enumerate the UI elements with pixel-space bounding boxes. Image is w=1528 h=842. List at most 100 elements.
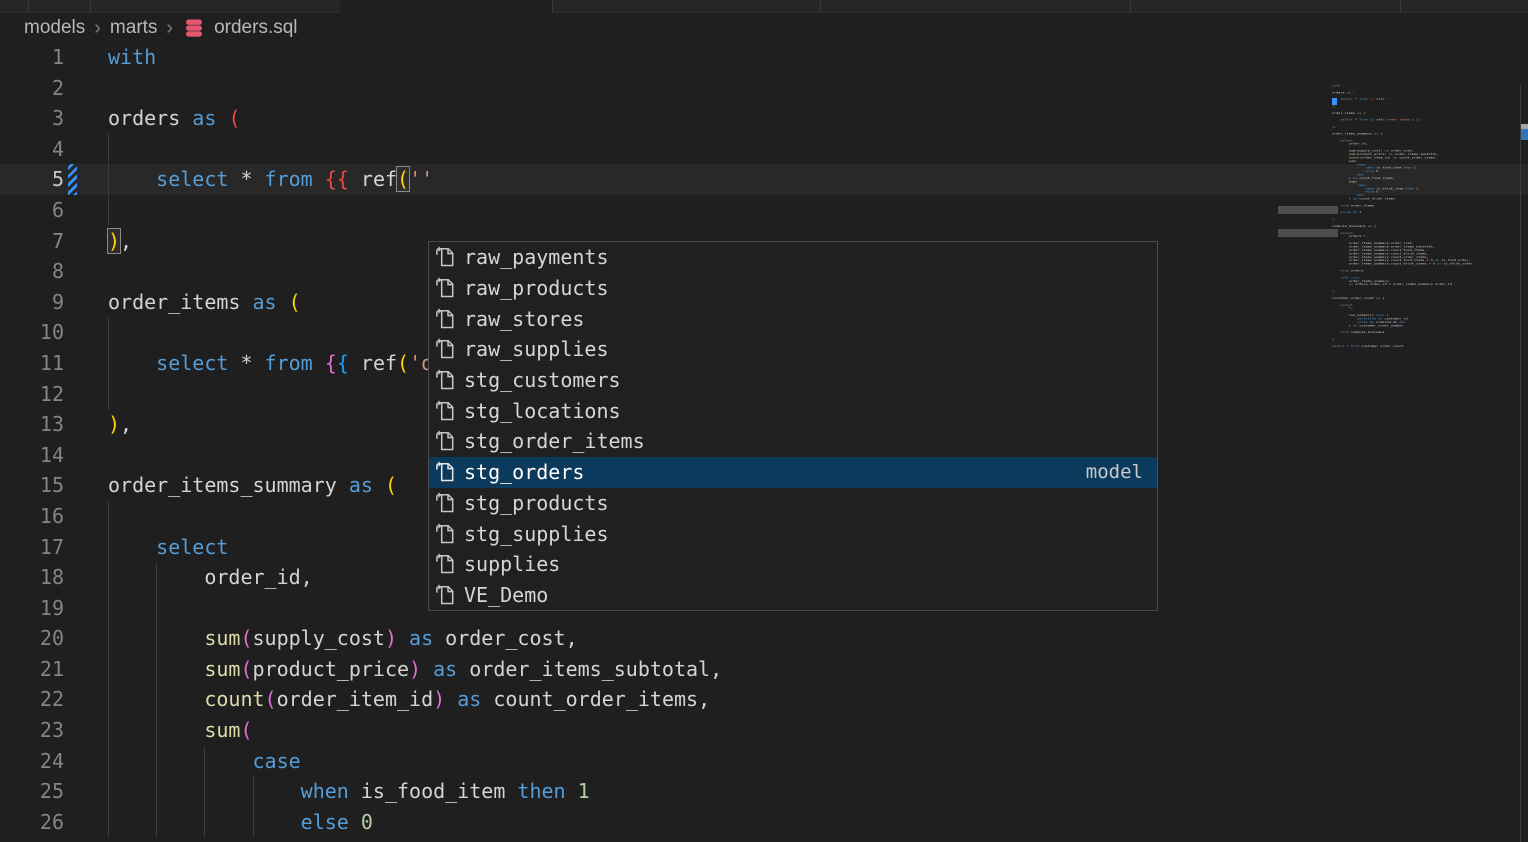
code-text: case [108, 746, 301, 777]
tab-active[interactable] [340, 0, 552, 13]
suggest-item[interactable]: stg_supplies [429, 518, 1157, 549]
code-token [313, 167, 325, 191]
database-icon [182, 16, 206, 40]
breadcrumb-item-marts[interactable]: marts [110, 17, 158, 39]
suggest-item-label: stg_products [464, 491, 609, 515]
code-line[interactable]: 21 sum(product_price) as order_items_sub… [0, 654, 1528, 685]
code-token [108, 749, 253, 773]
suggest-item[interactable]: supplies [429, 549, 1157, 580]
code-token: select [156, 535, 228, 559]
indent-guide [108, 593, 109, 624]
code-token: case [253, 749, 301, 773]
suggest-item[interactable]: stg_products [429, 488, 1157, 519]
code-line[interactable]: 2 [0, 73, 1528, 104]
suggest-item[interactable]: stg_locations [429, 395, 1157, 426]
line-number: 20 [0, 623, 64, 654]
snippet-icon [434, 553, 456, 575]
suggest-item-label: stg_customers [464, 368, 621, 392]
code-token: sum [204, 718, 240, 742]
code-line[interactable]: 4 [0, 134, 1528, 165]
code-token [108, 626, 204, 650]
editor[interactable]: 1with23orders as (45 select * from {{ re… [0, 42, 1528, 842]
minimap-modified-marker [1332, 98, 1337, 105]
code-line[interactable]: 3orders as ( [0, 103, 1528, 134]
breadcrumb-item-file[interactable]: orders.sql [214, 17, 297, 39]
code-token: else [301, 810, 349, 834]
suggest-item[interactable]: raw_payments [429, 242, 1157, 273]
line-number: 12 [0, 379, 64, 410]
snippet-icon [434, 584, 456, 606]
suggest-item[interactable]: stg_customers [429, 365, 1157, 396]
tab[interactable] [90, 0, 91, 13]
code-token: ) [409, 657, 421, 681]
code-text: order_items_summary as ( [108, 470, 397, 501]
suggest-item[interactable]: stg_ordersmodel [429, 457, 1157, 488]
code-line[interactable]: 1with [0, 42, 1528, 73]
code-token: * [228, 167, 264, 191]
snippet-icon [434, 430, 456, 452]
modified-indicator [68, 164, 77, 195]
code-token [373, 473, 385, 497]
suggest-item[interactable]: stg_order_items [429, 426, 1157, 457]
code-text: select * from {{ ref('' [108, 164, 433, 195]
tab[interactable] [1130, 0, 1131, 13]
code-token: 1 [578, 779, 590, 803]
code-text: sum( [108, 715, 253, 746]
code-token: ( [397, 351, 409, 375]
tab[interactable] [820, 0, 821, 13]
snippet-icon [434, 277, 456, 299]
line-number: 16 [0, 501, 64, 532]
suggest-item[interactable]: raw_supplies [429, 334, 1157, 365]
code-token: from [265, 351, 313, 375]
code-token [349, 810, 361, 834]
suggest-item[interactable]: raw_stores [429, 303, 1157, 334]
code-token: ref [361, 351, 397, 375]
suggest-widget: raw_paymentsraw_productsraw_storesraw_su… [428, 241, 1158, 611]
tab[interactable] [28, 0, 29, 13]
minimap[interactable]: with orders as ( select * from {{ ref(''… [1332, 84, 1518, 374]
line-number: 5 [0, 164, 64, 195]
suggest-item-label: stg_locations [464, 399, 621, 423]
code-line[interactable]: 25 when is_food_item then 1 [0, 776, 1528, 807]
code-token: ) [433, 687, 445, 711]
code-token [216, 106, 228, 130]
snippet-icon [434, 246, 456, 268]
code-token: product_price [253, 657, 410, 681]
suggest-item-label: supplies [464, 552, 560, 576]
indent-guide [156, 593, 157, 624]
code-token: from [265, 167, 313, 191]
overview-ruler[interactable] [1520, 84, 1521, 842]
code-line[interactable]: 26 else 0 [0, 807, 1528, 838]
code-token: select [156, 167, 228, 191]
code-token: order_item_id [277, 687, 434, 711]
code-text: select [108, 532, 228, 563]
code-line[interactable]: 20 sum(supply_cost) as order_cost, [0, 623, 1528, 654]
code-token [445, 687, 457, 711]
code-token: { [325, 351, 337, 375]
suggest-item[interactable]: VE_Demo [429, 580, 1157, 611]
code-line[interactable]: 23 sum( [0, 715, 1528, 746]
code-line[interactable]: 24 case [0, 746, 1528, 777]
code-line[interactable]: 22 count(order_item_id) as count_order_i… [0, 684, 1528, 715]
tab[interactable] [1400, 0, 1401, 13]
suggest-item[interactable]: raw_products [429, 273, 1157, 304]
indent-guide [108, 379, 109, 410]
code-text: order_id, [108, 562, 313, 593]
code-token: as [192, 106, 216, 130]
code-token [349, 167, 361, 191]
code-token [108, 687, 204, 711]
breadcrumb-item-models[interactable]: models [24, 17, 85, 39]
suggest-item-label: stg_supplies [464, 522, 609, 546]
tab[interactable] [552, 0, 553, 13]
indent-guide [108, 195, 109, 226]
code-token: order_id, [108, 565, 313, 589]
snippet-icon [434, 400, 456, 422]
code-token: with [108, 45, 156, 69]
code-token [108, 657, 204, 681]
code-token [277, 290, 289, 314]
code-token: , [120, 412, 132, 436]
line-number: 15 [0, 470, 64, 501]
snippet-icon [434, 338, 456, 360]
code-line[interactable]: 5 select * from {{ ref('' [0, 164, 1528, 195]
code-token: ( [265, 687, 277, 711]
